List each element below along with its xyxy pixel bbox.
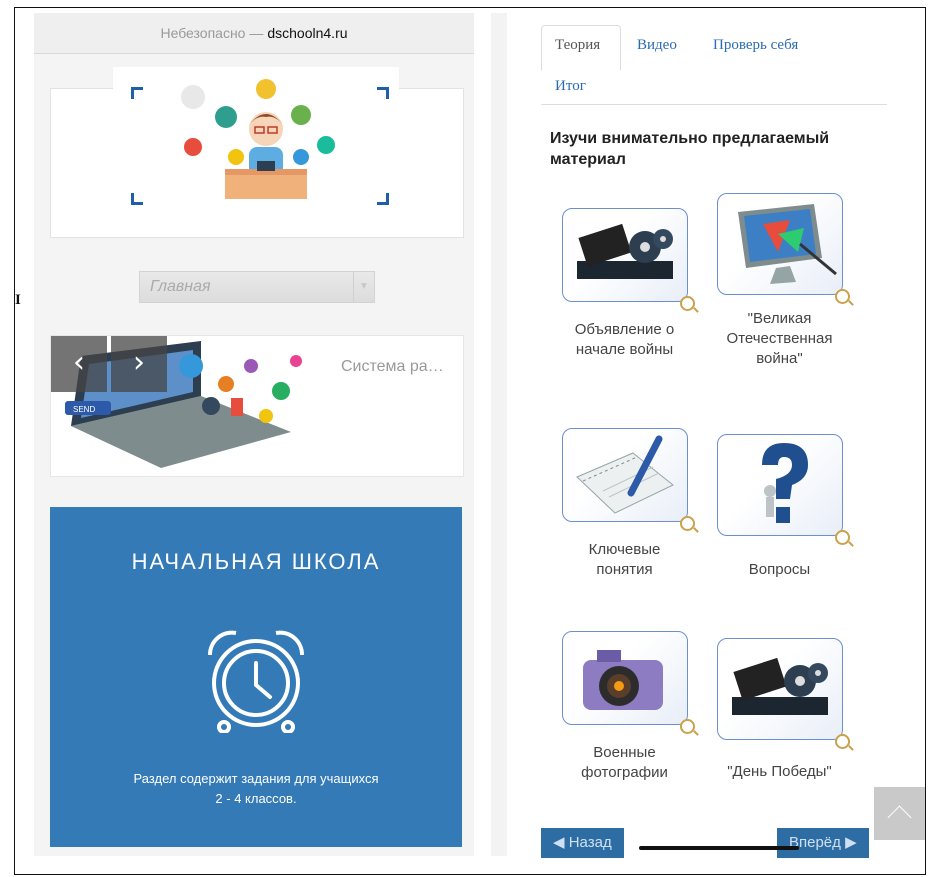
chevron-right-icon: ▶	[845, 834, 857, 851]
page-select[interactable]: Главная ▼	[139, 271, 375, 303]
camera-icon	[583, 650, 663, 710]
film-reel-icon	[732, 657, 828, 715]
tile-great-patriotic-war[interactable]: "Великая Отечественная война"	[717, 193, 850, 369]
page-select-value: Главная	[150, 278, 211, 295]
section-title: НАЧАЛЬНАЯ ШКОЛА	[131, 549, 381, 574]
tab-theory[interactable]: Теория	[555, 37, 600, 54]
chevron-up-icon	[887, 805, 912, 830]
image-slider: SEND ‹ › Система ра…	[50, 335, 464, 477]
url-domain: dschooln4.ru	[267, 25, 348, 41]
prev-button[interactable]: ◀ Назад	[541, 828, 624, 858]
screenshot-frame: I Небезопасно — dschooln4.ru Главная ▼ S…	[14, 7, 926, 875]
tab-summary[interactable]: Итог	[555, 78, 586, 95]
zoom-icon	[680, 516, 695, 531]
zoom-icon	[835, 289, 850, 304]
alarm-clock-icon	[207, 630, 305, 733]
chevron-down-icon: ▼	[353, 272, 374, 302]
slide-caption: Система ра…	[341, 358, 444, 375]
teacher-illustration-icon	[181, 79, 335, 199]
next-button[interactable]: Вперёд ▶	[777, 828, 869, 858]
tab-self-check[interactable]: Проверь себя	[713, 37, 798, 54]
svg-text:SEND: SEND	[73, 405, 95, 414]
zoom-icon	[680, 296, 695, 311]
stray-character: I	[15, 292, 21, 308]
tile-war-announcement[interactable]: Объявление о начале войны	[562, 208, 695, 360]
tab-video[interactable]: Видео	[637, 37, 677, 54]
home-indicator	[639, 846, 799, 850]
chevron-left-icon: ◀	[553, 834, 565, 851]
tile-victory-day[interactable]: "День Победы"	[717, 638, 850, 782]
notebook-pen-icon	[576, 435, 674, 514]
slider-next-button[interactable]: ›	[111, 336, 167, 392]
zoom-icon	[835, 530, 850, 545]
address-bar[interactable]: Небезопасно — dschooln4.ru	[34, 13, 474, 54]
monitor-icon	[738, 204, 837, 284]
tile-war-photos[interactable]: Военные фотографии	[562, 631, 695, 783]
film-reel-icon	[577, 223, 673, 279]
section-description: Раздел содержит задания для учащихся 2 -…	[133, 771, 379, 806]
question-mark-icon	[762, 443, 808, 523]
tile-questions[interactable]: Вопросы	[717, 434, 850, 580]
scroll-to-top-button[interactable]	[874, 787, 925, 840]
zoom-icon	[680, 719, 695, 734]
slider-prev-button[interactable]: ‹	[51, 336, 107, 392]
tile-key-concepts[interactable]: Ключевые понятия	[562, 428, 695, 580]
left-phone-screen: Небезопасно — dschooln4.ru Главная ▼ SEN…	[34, 13, 474, 856]
zoom-icon	[835, 734, 850, 749]
content-heading: Изучи внимательно предлагаемый материал	[550, 130, 830, 168]
header-banner	[50, 67, 464, 238]
primary-school-card[interactable]: НАЧАЛЬНАЯ ШКОЛА Раздел содержит задания …	[50, 507, 462, 847]
insecure-label: Небезопасно —	[160, 25, 264, 41]
